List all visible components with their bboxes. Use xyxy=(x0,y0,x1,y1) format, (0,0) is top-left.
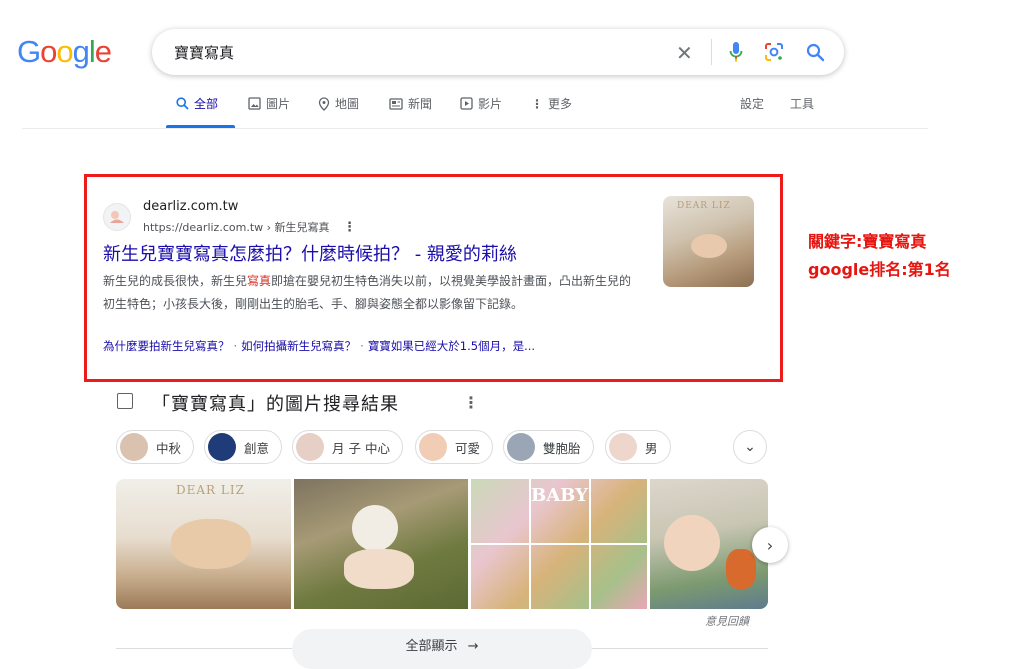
result-title[interactable]: 新生兒寶寶寫真怎麼拍？什麼時候拍？ - 親愛的莉絲 xyxy=(103,240,517,266)
images-heading[interactable]: 「寶寶寫真」的圖片搜尋結果 xyxy=(152,390,399,416)
arrow-right-icon: → xyxy=(467,639,479,654)
tab-videos[interactable]: 影片 xyxy=(460,95,502,112)
annotation-keyword: 關鍵字:寶寶寫真 xyxy=(808,232,927,251)
logo-letter-g: G xyxy=(17,34,41,69)
logo-letter-e: e xyxy=(94,34,112,69)
tab-images[interactable]: 圖片 xyxy=(248,95,290,112)
section-divider xyxy=(592,648,768,649)
show-all-button[interactable]: 全部顯示 → xyxy=(292,629,592,669)
image-watermark: BABY xyxy=(531,485,588,506)
chip-mid-autumn[interactable]: 中秋 xyxy=(116,430,195,464)
result-sitelinks: 為什麼要拍新生兒寫真？ · 如何拍攝新生兒寫真？ · 寶寶如果已經大於1.5個月，是..… xyxy=(103,338,535,354)
tab-maps[interactable]: 地圖 xyxy=(318,95,359,112)
logo-letter-g2: g xyxy=(72,34,90,69)
baby-shape xyxy=(171,519,251,569)
more-vert-icon[interactable]: ⋮ xyxy=(343,220,356,235)
collage-divider xyxy=(471,543,647,545)
chip-postpartum[interactable]: 月 子 中心 xyxy=(292,430,403,464)
logo-letter-o2: o xyxy=(56,34,73,69)
tab-label: 影片 xyxy=(478,97,503,111)
search-divider xyxy=(711,39,712,65)
url-breadcrumb: 新生兒寫真 xyxy=(274,221,330,234)
feedback-link[interactable]: 意見回饋 xyxy=(705,613,749,629)
tools-link[interactable]: 工具 xyxy=(790,95,814,112)
chip-cute[interactable]: 可愛 xyxy=(415,430,494,464)
chevron-down-icon[interactable]: ⌄ xyxy=(733,430,767,464)
search-icon xyxy=(176,97,189,110)
separator: · xyxy=(360,339,364,353)
image-result[interactable]: DEAR LIZ xyxy=(116,479,291,609)
section-divider xyxy=(116,648,292,649)
chip-avatar xyxy=(120,433,148,461)
search-box[interactable]: 寶寶寫真 ✕ xyxy=(152,29,844,75)
tab-label: 地圖 xyxy=(335,97,360,111)
toy-fox-shape xyxy=(726,549,756,589)
baby-shape xyxy=(691,234,727,258)
search-icon[interactable] xyxy=(806,43,825,62)
header-divider xyxy=(22,128,928,129)
result-site-name[interactable]: dearliz.com.tw xyxy=(143,199,238,214)
result-url[interactable]: https://dearliz.com.tw › 新生兒寫真 ⋮ xyxy=(143,219,356,235)
tab-news[interactable]: 新聞 xyxy=(389,95,432,112)
chip-avatar xyxy=(609,433,637,461)
bunny-hat-shape xyxy=(352,505,398,551)
chevron-right-icon[interactable]: › xyxy=(752,527,788,563)
search-input[interactable]: 寶寶寫真 xyxy=(174,42,234,63)
chip-avatar xyxy=(208,433,236,461)
show-all-label: 全部顯示 xyxy=(405,639,458,654)
chip-label: 雙胞胎 xyxy=(543,440,581,456)
settings-link[interactable]: 設定 xyxy=(740,95,764,112)
separator: · xyxy=(233,339,238,353)
chip-twins[interactable]: 雙胞胎 xyxy=(503,430,594,464)
chip-avatar xyxy=(507,433,535,461)
image-watermark: DEAR LIZ xyxy=(176,483,245,497)
baby-shape xyxy=(664,515,720,571)
lens-icon[interactable] xyxy=(764,42,784,62)
result-snippet: 新生兒的成長很快，新生兒寫真即搶在嬰兒初生特色消失以前，以視覺美學設計畫面，凸出… xyxy=(103,270,643,316)
chip-avatar xyxy=(296,433,324,461)
result-thumbnail[interactable]: DEAR LIZ xyxy=(663,196,754,287)
tab-label: 圖片 xyxy=(266,97,291,111)
chip-label: 男 xyxy=(645,440,658,456)
sitelink[interactable]: 如何拍攝新生兒寫真？ xyxy=(241,339,356,353)
tools-label: 工具 xyxy=(790,97,815,111)
sitelink[interactable]: 寶寶如果已經大於1.5個月，是... xyxy=(368,339,535,353)
google-logo[interactable]: Google xyxy=(17,34,112,70)
tab-more[interactable]: ⋮ 更多 xyxy=(531,95,572,112)
chip-boy[interactable]: 男 xyxy=(605,430,671,464)
mic-icon[interactable] xyxy=(729,41,743,63)
more-vert-icon[interactable]: ⋮ xyxy=(463,393,479,412)
news-icon xyxy=(389,97,403,110)
sitelink[interactable]: 為什麼要拍新生兒寫真？ xyxy=(103,339,230,353)
tab-label: 更多 xyxy=(548,97,573,111)
settings-label: 設定 xyxy=(740,97,765,111)
snippet-highlight: 寫真 xyxy=(247,274,272,288)
snippet-text-a: 新生兒的成長很快，新生兒 xyxy=(103,274,248,288)
image-result[interactable]: BABY xyxy=(471,479,647,609)
url-text: https://dearliz.com.tw xyxy=(143,221,264,234)
image-result[interactable] xyxy=(650,479,768,609)
image-result[interactable] xyxy=(294,479,468,609)
play-icon xyxy=(460,97,473,110)
logo-letter-o1: o xyxy=(40,34,57,69)
annotation-rank: google排名:第1名 xyxy=(808,260,951,279)
site-favicon xyxy=(103,203,131,231)
more-vert-icon: ⋮ xyxy=(531,96,543,111)
chip-label: 中秋 xyxy=(156,440,182,456)
tab-label: 新聞 xyxy=(408,97,433,111)
chip-creative[interactable]: 創意 xyxy=(204,430,283,464)
image-icon xyxy=(117,393,133,409)
tab-all[interactable]: 全部 xyxy=(176,95,218,112)
chip-avatar xyxy=(419,433,447,461)
thumbnail-watermark: DEAR LIZ xyxy=(677,201,731,211)
chip-label: 創意 xyxy=(244,440,270,456)
chip-label: 月 子 中心 xyxy=(332,440,390,456)
close-icon[interactable]: ✕ xyxy=(676,41,693,65)
tab-label: 全部 xyxy=(194,97,219,111)
image-icon xyxy=(248,97,261,110)
chip-label: 可愛 xyxy=(455,440,481,456)
baby-shape xyxy=(344,549,414,589)
pin-icon xyxy=(318,96,330,111)
